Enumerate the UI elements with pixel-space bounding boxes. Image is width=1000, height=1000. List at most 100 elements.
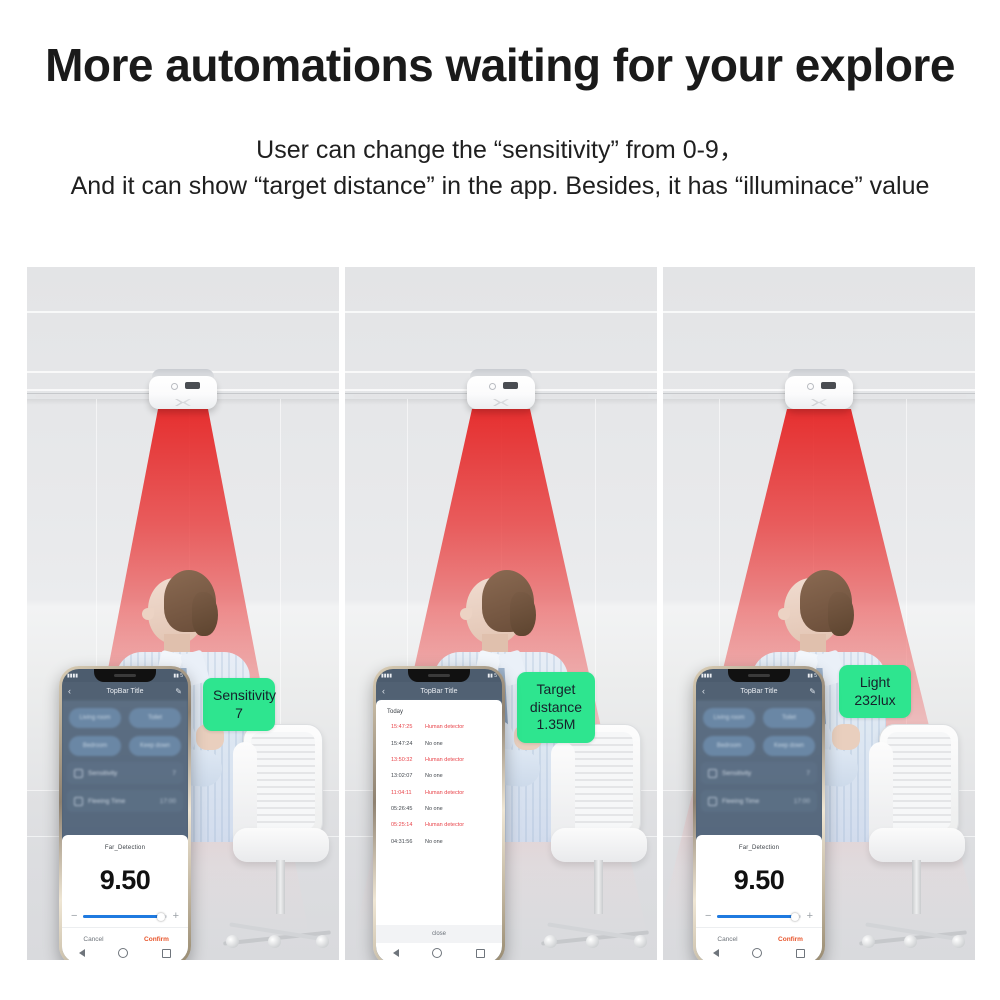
sensitivity-row-value: 7 [172, 769, 176, 777]
page-title: More automations waiting for your explor… [45, 39, 955, 91]
home-nav-icon[interactable] [752, 948, 763, 958]
slider-track[interactable] [83, 912, 167, 921]
recents-nav-icon[interactable] [796, 948, 806, 958]
log-event: No one [425, 773, 443, 780]
sheet-actions: Cancel Confirm [696, 927, 822, 943]
far-detection-sheet: Far_Detection 9.50 − + Cancel Confirm [696, 835, 822, 960]
scene-pill[interactable]: Living room [703, 708, 755, 728]
sensitivity-row-value: 7 [806, 769, 810, 777]
scene-pill[interactable]: Bedroom [69, 736, 121, 756]
android-navbar [62, 943, 188, 960]
log-event: No one [425, 740, 443, 747]
cancel-button[interactable]: Cancel [696, 936, 759, 943]
confirm-button[interactable]: Confirm [759, 936, 822, 943]
scene-pill[interactable]: Living room [69, 708, 121, 728]
log-event: Human detector [425, 724, 465, 731]
recents-nav-icon[interactable] [476, 948, 486, 958]
slider-track[interactable] [717, 912, 801, 921]
scene-pill[interactable]: Toilet [763, 708, 815, 728]
slider-knob[interactable] [156, 912, 165, 921]
value-slider[interactable]: − + [62, 911, 188, 922]
log-time: 15:47:25 [391, 724, 413, 731]
scene-pill[interactable]: Keep down [129, 736, 181, 756]
back-nav-icon[interactable] [712, 949, 719, 957]
log-date-header: Today [387, 709, 404, 715]
target-distance-badge-label-2: distance [529, 698, 583, 715]
recents-nav-icon[interactable] [162, 948, 172, 958]
home-nav-icon[interactable] [432, 948, 443, 958]
phone-log: ▮▮▮▮ ▮▮ 5 ‹ TopBar Title Today 15:47:25 … [373, 666, 505, 960]
log-row: 15:47:24 No one [385, 735, 493, 751]
sheet-title: Far_Detection [104, 845, 146, 851]
increment-icon[interactable]: + [807, 911, 813, 922]
decrement-icon[interactable]: − [71, 911, 77, 922]
ceiling-sensor-icon [149, 369, 217, 411]
phone-settings-1: ▮▮▮▮ ▮▮ 5 ‹ TopBar Title ✎ Living room T… [59, 666, 191, 960]
light-badge-label: Light [859, 674, 891, 690]
edit-icon[interactable]: ✎ [175, 687, 182, 696]
confirm-button[interactable]: Confirm [125, 936, 188, 943]
sensitivity-row[interactable]: Sensitivity 7 [67, 762, 183, 784]
status-bar-left: ▮▮▮▮ [381, 672, 393, 679]
log-time: 05:26:45 [391, 806, 413, 813]
sheet-value: 9.50 [99, 865, 151, 895]
edit-icon[interactable]: ✎ [809, 687, 816, 696]
sensitivity-icon [708, 768, 717, 778]
value-slider[interactable]: − + [696, 911, 822, 922]
app-topbar: ‹ TopBar Title ✎ [696, 682, 822, 700]
subtitle-line-2: And it can show “target distance” in the… [70, 172, 930, 200]
target-distance-badge-value: 1.35M [536, 716, 576, 732]
target-distance-panel: Target distance 1.35M ▮▮▮▮ ▮▮ 5 ‹ TopBar… [345, 267, 657, 960]
fleeing-time-label: Fleeing Time [722, 797, 760, 805]
scene-pill[interactable]: Bedroom [703, 736, 755, 756]
sensitivity-row-label: Sensitivity [722, 769, 752, 777]
android-navbar [696, 943, 822, 960]
scene-pill-grid: Living room Toilet Bedroom Keep down [69, 708, 181, 756]
log-row: 05:25:14 Human detector [385, 817, 493, 833]
topbar-title: TopBar Title [106, 687, 144, 695]
topbar-title: TopBar Title [420, 687, 458, 695]
sheet-actions: Cancel Confirm [62, 927, 188, 943]
log-row: 13:02:07 No one [385, 768, 493, 784]
status-bar-right: ▮▮ 5 [173, 672, 183, 679]
log-row: 05:26:45 No one [385, 801, 493, 817]
log-row: 13:50:32 Human detector [385, 752, 493, 768]
android-navbar [376, 943, 502, 960]
sensitivity-row-label: Sensitivity [88, 769, 118, 777]
log-row: 15:47:25 Human detector [385, 719, 493, 735]
fleeing-time-row[interactable]: Fleeing Time 17:00 [701, 790, 817, 812]
back-nav-icon[interactable] [392, 949, 399, 957]
decrement-icon[interactable]: − [705, 911, 711, 922]
scene-pill[interactable]: Toilet [129, 708, 181, 728]
sheet-title: Far_Detection [738, 845, 780, 851]
illuminance-panel: Light 232lux ▮▮▮▮ ▮▮ 5 ‹ TopBar Title ✎ … [663, 267, 975, 960]
back-chevron-icon[interactable]: ‹ [68, 686, 71, 696]
far-detection-sheet: Far_Detection 9.50 − + Cancel Confirm [62, 835, 188, 960]
log-row: 04:31:56 No one [385, 834, 493, 850]
status-bar-right: ▮▮ 5 [807, 672, 817, 679]
close-button[interactable]: close [376, 925, 502, 943]
sensitivity-badge: Sensitivity 7 [203, 678, 276, 731]
slider-fill [83, 915, 161, 918]
log-row: 11:04:11 Human detector [385, 785, 493, 801]
clock-icon [708, 796, 717, 806]
log-time: 05:25:14 [391, 822, 413, 829]
sensitivity-row[interactable]: Sensitivity 7 [701, 762, 817, 784]
clock-icon [74, 796, 83, 806]
fleeing-time-row[interactable]: Fleeing Time 17:00 [67, 790, 183, 812]
phone-settings-2: ▮▮▮▮ ▮▮ 5 ‹ TopBar Title ✎ Living room T… [693, 666, 825, 960]
back-chevron-icon[interactable]: ‹ [702, 686, 705, 696]
home-nav-icon[interactable] [118, 948, 129, 958]
target-distance-badge-label-1: Target [536, 681, 576, 697]
log-event: No one [425, 806, 443, 813]
scene-pill[interactable]: Keep down [763, 736, 815, 756]
back-nav-icon[interactable] [78, 949, 85, 957]
scene-pill-grid: Living room Toilet Bedroom Keep down [703, 708, 815, 756]
sensitivity-badge-value: 7 [235, 704, 243, 721]
back-chevron-icon[interactable]: ‹ [382, 686, 385, 696]
slider-knob[interactable] [790, 912, 799, 921]
cancel-button[interactable]: Cancel [62, 936, 125, 943]
increment-icon[interactable]: + [173, 911, 179, 922]
light-badge: Light 232lux [839, 665, 911, 718]
log-event: Human detector [425, 756, 465, 763]
